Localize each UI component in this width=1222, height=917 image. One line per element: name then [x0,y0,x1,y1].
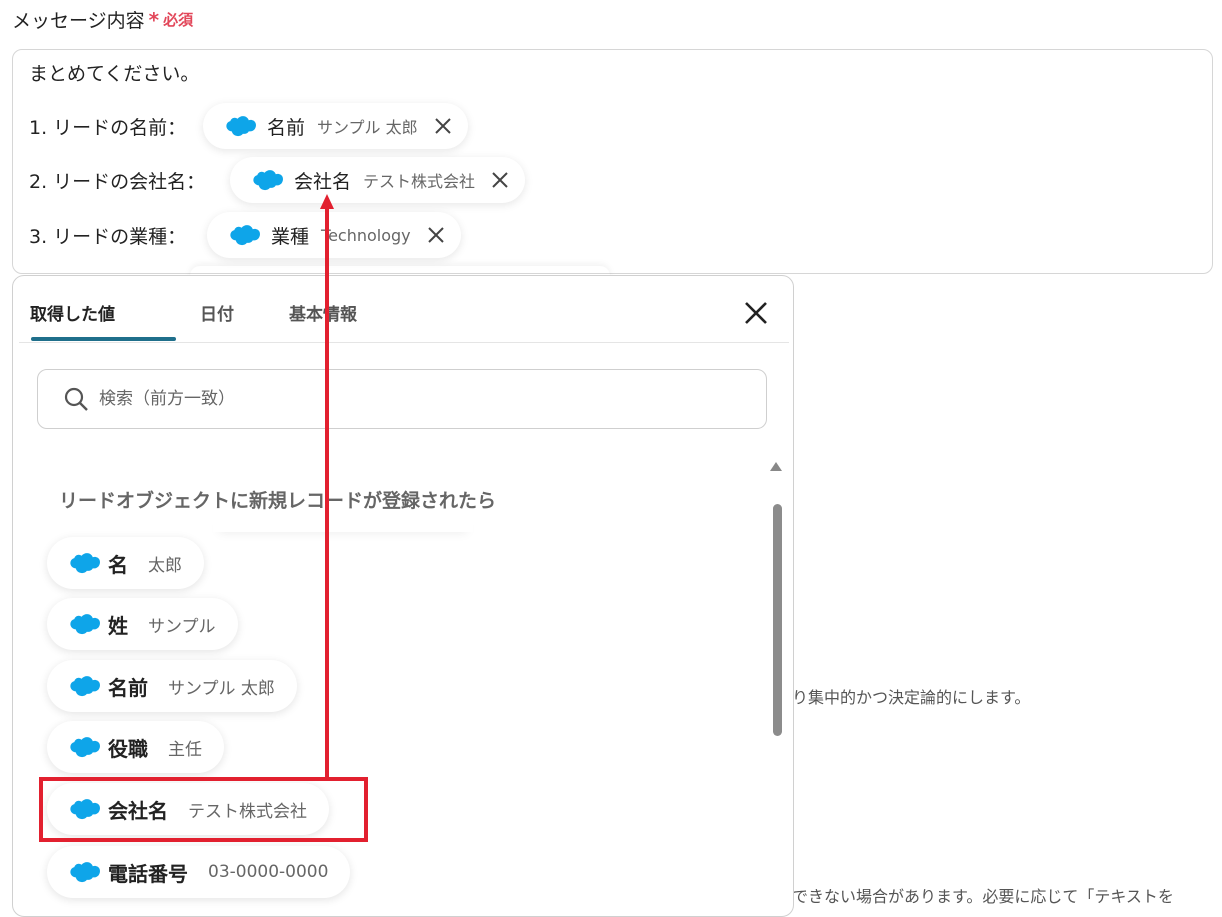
item-name: 役職 [108,736,148,761]
item-name: 名 [108,552,128,577]
salesforce-cloud-icon [70,676,100,697]
close-icon[interactable] [425,224,447,246]
scrollbar-thumb[interactable] [773,504,782,736]
item-value: サンプル [148,616,216,637]
salesforce-cloud-icon [70,614,100,635]
group-title: リードオブジェクトに新規レコードが登録されたら [59,489,497,512]
variable-pill-industry[interactable]: 業種 Technology [207,212,461,258]
message-line-1-prefix: 1. リードの名前： [29,117,187,139]
item-name: 姓 [108,613,128,638]
highlight-box [39,777,368,842]
background-hint-text-1: り集中的かつ決定論的にします。 [792,688,1031,707]
item-value: 03-0000-0000 [208,862,329,882]
search-input[interactable] [97,388,721,410]
pill-value: サンプル 太郎 [317,118,418,137]
required-text: 必須 [163,11,194,29]
message-editor[interactable]: まとめてください。 1. リードの名前： 名前 サンプル 太郎 2. リードの会… [12,49,1213,274]
list-item-title[interactable]: 役職 主任 [47,721,224,773]
close-icon[interactable] [743,300,769,326]
field-label: メッセージ内容 * 必須 [12,6,193,33]
salesforce-cloud-icon [70,862,100,883]
salesforce-cloud-icon [230,225,260,246]
variable-pill-company[interactable]: 会社名 テスト株式会社 [230,157,526,203]
salesforce-cloud-icon [253,170,283,191]
search-icon [64,387,88,411]
item-name: 名前 [108,675,148,700]
variable-pill-name[interactable]: 名前 サンプル 太郎 [203,103,468,149]
pill-name: 業種 [271,225,310,248]
salesforce-cloud-icon [70,553,100,574]
pill-value: Technology [321,225,411,245]
close-icon[interactable] [489,169,511,191]
tab-acquired-values[interactable]: 取得した値 [30,300,115,325]
list-item-phone[interactable]: 電話番号 03-0000-0000 [47,846,351,898]
group-divider-shadow [213,514,473,532]
active-tab-indicator [31,337,176,341]
message-line-2-prefix: 2. リードの会社名： [29,171,206,193]
background-hint-text-2: できない場合があります。必要に応じて「テキストを [792,887,1174,906]
search-field[interactable] [37,369,767,429]
item-value: 主任 [168,739,202,760]
message-intro: まとめてください。 [29,63,200,85]
tab-date[interactable]: 日付 [200,300,234,325]
pill-value: テスト株式会社 [363,172,476,191]
scroll-up-arrow[interactable] [770,462,782,471]
list-item-last-name[interactable]: 姓 サンプル [47,598,238,650]
pill-name: 名前 [267,116,306,139]
message-line-3-prefix: 3. リードの業種： [29,226,187,248]
item-name: 電話番号 [108,861,188,886]
salesforce-cloud-icon [226,116,256,137]
list-item-first-name[interactable]: 名 太郎 [47,537,204,589]
close-icon[interactable] [432,115,454,137]
list-item-full-name[interactable]: 名前 サンプル 太郎 [47,660,297,712]
tab-divider [19,342,789,343]
salesforce-cloud-icon [70,737,100,758]
pill-name: 会社名 [294,170,352,193]
item-value: サンプル 太郎 [168,678,275,699]
required-mark: * [148,7,160,32]
item-value: 太郎 [148,555,182,576]
field-label-text: メッセージ内容 [12,10,145,32]
tab-basic-info[interactable]: 基本情報 [289,300,357,325]
